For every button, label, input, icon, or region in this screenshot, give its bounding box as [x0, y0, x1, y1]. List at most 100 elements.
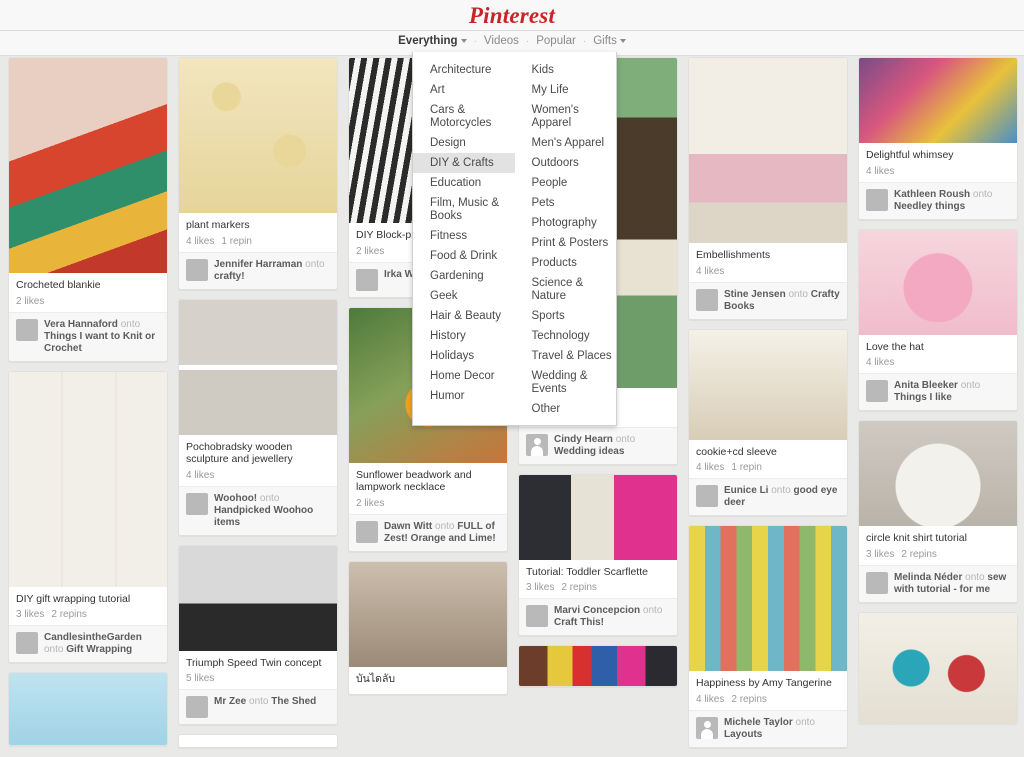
- avatar[interactable]: [696, 288, 718, 311]
- nav-item-popular[interactable]: Popular: [529, 35, 583, 47]
- pin-board-link[interactable]: crafty!: [214, 271, 245, 282]
- nav-item-gifts[interactable]: Gifts: [586, 35, 633, 47]
- pin-user-link[interactable]: Woohoo!: [214, 493, 257, 504]
- pin-board-link[interactable]: Things I want to Knit or Crochet: [44, 331, 155, 354]
- dropdown-item[interactable]: Kids: [515, 60, 617, 80]
- dropdown-item[interactable]: Home Decor: [413, 366, 515, 386]
- pin-image-spoons[interactable]: [179, 58, 337, 213]
- pin-title[interactable]: บันไดลับ: [356, 673, 500, 686]
- pin-card[interactable]: [518, 645, 678, 687]
- avatar[interactable]: [356, 520, 378, 543]
- dropdown-item[interactable]: People: [515, 173, 617, 193]
- dropdown-item[interactable]: Gardening: [413, 266, 515, 286]
- dropdown-item[interactable]: Architecture: [413, 60, 515, 80]
- pin-image-scarflette[interactable]: [519, 474, 677, 560]
- dropdown-item[interactable]: Science & Nature: [515, 273, 617, 306]
- pin-user-link[interactable]: Melinda Néder: [894, 572, 962, 583]
- pin-image-wood-jewellery[interactable]: [179, 299, 337, 435]
- pin-title[interactable]: cookie+cd sleeve: [696, 446, 840, 459]
- dropdown-item[interactable]: Art: [413, 80, 515, 100]
- pin-card[interactable]: Happiness by Amy Tangerine 4 likes 2 repin…: [688, 525, 848, 748]
- pin-card[interactable]: [178, 734, 338, 748]
- pin-image-ornaments[interactable]: [859, 612, 1017, 723]
- pin-user-link[interactable]: Kathleen Roush: [894, 189, 970, 200]
- dropdown-item[interactable]: Design: [413, 133, 515, 153]
- dropdown-item[interactable]: Technology: [515, 326, 617, 346]
- pin-board-link[interactable]: The Shed: [271, 696, 316, 707]
- pin-image-embroidery[interactable]: [859, 58, 1017, 143]
- pin-card[interactable]: Pochobradsky wooden sculpture and jewell…: [178, 298, 338, 536]
- dropdown-item[interactable]: Education: [413, 173, 515, 193]
- dropdown-item[interactable]: Fitness: [413, 226, 515, 246]
- dropdown-item[interactable]: Pets: [515, 193, 617, 213]
- dropdown-item[interactable]: Film, Music & Books: [413, 193, 515, 226]
- pin-title[interactable]: Tutorial: Toddler Scarflette: [526, 566, 670, 579]
- pin-image-gift-grid[interactable]: [9, 371, 167, 587]
- pin-user-link[interactable]: Jennifer Harraman: [214, 259, 302, 270]
- pin-image-blank[interactable]: [179, 735, 337, 747]
- dropdown-item[interactable]: Outdoors: [515, 153, 617, 173]
- nav-item-everything[interactable]: Everything: [391, 35, 473, 47]
- pin-card[interactable]: circle knit shirt tutorial 3 likes 2 repin…: [858, 420, 1018, 603]
- pin-card[interactable]: [858, 611, 1018, 724]
- avatar[interactable]: [16, 318, 38, 341]
- dropdown-item[interactable]: Wedding & Events: [515, 366, 617, 399]
- avatar[interactable]: [356, 268, 378, 291]
- pin-image-cookie-sleeve[interactable]: [689, 329, 847, 440]
- nav-item-videos[interactable]: Videos: [477, 35, 526, 47]
- dropdown-item[interactable]: Print & Posters: [515, 233, 617, 253]
- pin-title[interactable]: Triumph Speed Twin concept: [186, 657, 330, 670]
- pinterest-logo[interactable]: Pinterest: [0, 3, 1024, 29]
- pin-board-link[interactable]: Needley things: [894, 201, 965, 212]
- dropdown-item[interactable]: My Life: [515, 80, 617, 100]
- pin-user-link[interactable]: CandlesintheGarden: [44, 632, 142, 643]
- avatar[interactable]: [16, 632, 38, 654]
- avatar[interactable]: [186, 492, 208, 515]
- pin-title[interactable]: Delightful whimsey: [866, 149, 1010, 162]
- pin-board-link[interactable]: Gift Wrapping: [66, 644, 132, 655]
- pin-user-link[interactable]: Dawn Witt: [384, 521, 432, 532]
- pin-title[interactable]: Sunflower beadwork and lampwork necklace: [356, 469, 500, 494]
- dropdown-item[interactable]: Photography: [515, 213, 617, 233]
- dropdown-item[interactable]: Hair & Beauty: [413, 306, 515, 326]
- avatar[interactable]: [526, 605, 548, 627]
- avatar[interactable]: [696, 485, 718, 507]
- avatar[interactable]: [866, 188, 888, 211]
- pin-user-link[interactable]: Anita Bleeker: [894, 380, 958, 391]
- pin-user-link[interactable]: Cindy Hearn: [554, 434, 613, 445]
- pin-card[interactable]: Crocheted blankie 2 likes Vera Hannaford o…: [8, 57, 168, 362]
- avatar[interactable]: [186, 258, 208, 281]
- pin-image-japanese-book[interactable]: [689, 58, 847, 243]
- dropdown-item[interactable]: DIY & Crafts: [413, 153, 515, 173]
- pin-board-link[interactable]: Wedding ideas: [554, 446, 624, 457]
- dropdown-item[interactable]: Other: [515, 399, 617, 419]
- pin-title[interactable]: Embellishments: [696, 249, 840, 262]
- avatar[interactable]: [866, 571, 888, 594]
- pin-image-blue-flower[interactable]: [9, 673, 167, 745]
- pin-card[interactable]: cookie+cd sleeve 4 likes 1 repin Eunice Li …: [688, 328, 848, 516]
- dropdown-item[interactable]: Sports: [515, 306, 617, 326]
- pin-image-baby-hat[interactable]: [859, 229, 1017, 335]
- dropdown-item[interactable]: Holidays: [413, 346, 515, 366]
- avatar[interactable]: [526, 433, 548, 456]
- dropdown-item[interactable]: Cars & Motorcycles: [413, 100, 515, 133]
- pin-title[interactable]: Crocheted blankie: [16, 279, 160, 292]
- dropdown-item[interactable]: Men's Apparel: [515, 133, 617, 153]
- pin-image-circle-knit[interactable]: [859, 421, 1017, 526]
- pin-card[interactable]: [8, 672, 168, 746]
- pin-user-link[interactable]: Eunice Li: [724, 485, 768, 496]
- avatar[interactable]: [696, 716, 718, 739]
- pin-board-link[interactable]: Craft This!: [554, 617, 604, 628]
- pin-board-link[interactable]: Things I like: [894, 392, 952, 403]
- pin-card[interactable]: Love the hat 4 likes Anita Bleeker onto Th…: [858, 228, 1018, 411]
- pin-image-baby-blanket[interactable]: [9, 58, 167, 273]
- dropdown-item[interactable]: Women's Apparel: [515, 100, 617, 133]
- pin-card[interactable]: บันไดลับ: [348, 560, 508, 695]
- dropdown-item[interactable]: Travel & Places: [515, 346, 617, 366]
- dropdown-item[interactable]: Products: [515, 253, 617, 273]
- pin-user-link[interactable]: Mr Zee: [214, 696, 246, 707]
- pin-card[interactable]: Triumph Speed Twin concept 5 likes Mr Zee …: [178, 544, 338, 725]
- pin-title[interactable]: Pochobradsky wooden sculpture and jewell…: [186, 441, 330, 466]
- pin-image-motorcycle[interactable]: [179, 545, 337, 651]
- pin-title[interactable]: circle knit shirt tutorial: [866, 532, 1010, 545]
